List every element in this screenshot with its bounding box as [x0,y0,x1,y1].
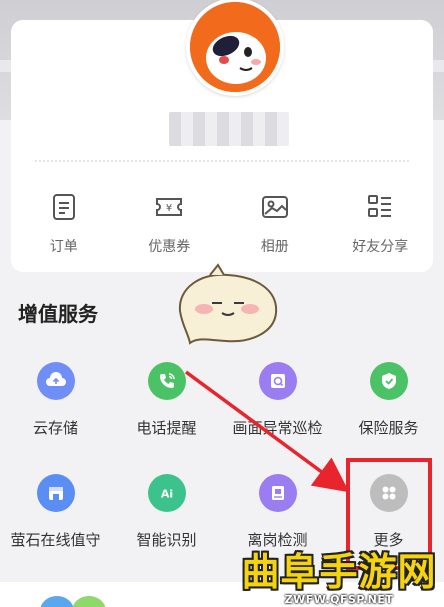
quick-action-label: 订单 [49,239,78,255]
service-phone-reminder[interactable]: 电话提醒 [111,362,222,474]
service-screen-inspection[interactable]: 画面异常巡检 [222,362,333,474]
ai-icon: Ai [147,474,186,512]
coupon-icon: ¥ [156,198,183,216]
username-blurred [169,112,289,146]
quick-action-album[interactable]: 相册 [222,192,328,262]
cloud-upload-icon [36,362,75,400]
svg-text:¥: ¥ [166,203,172,214]
watermark-url: ZWFW.QFSP.NET [284,593,394,606]
quick-action-order[interactable]: 订单 [11,192,117,262]
service-label: 萤石在线值守 [10,531,101,549]
service-cloud-storage[interactable]: 云存储 [0,362,111,474]
site-watermark: 曲阜手游网 ZWFW.QFSP.NET [236,551,442,607]
post-detect-icon [258,474,297,512]
quick-action-share[interactable]: 好友分享 [328,192,434,262]
watermark-title: 曲阜手游网 [241,549,437,594]
avatar-illustration [190,2,280,92]
profile-divider [35,160,409,162]
profile-card: 订单 ¥ 优惠券 相册 好友分享 [11,0,433,272]
svg-text:Ai: Ai [160,488,172,501]
service-label: 保险服务 [358,419,419,437]
shield-check-icon [369,362,408,400]
camera-inspect-icon [258,362,297,400]
mascot-sticker [178,263,278,345]
quick-action-label: 相册 [260,239,289,255]
share-list-icon [368,195,392,217]
service-smart-recognition[interactable]: Ai 智能识别 [111,474,222,586]
service-label: 智能识别 [136,531,197,549]
quick-action-label: 优惠券 [148,239,191,255]
quick-action-coupon[interactable]: ¥ 优惠券 [117,192,223,262]
quick-action-label: 好友分享 [352,239,409,255]
service-label: 云存储 [32,419,78,437]
phone-call-icon [147,362,186,400]
service-online-guard[interactable]: 萤石在线值守 [0,474,111,586]
user-avatar[interactable] [186,0,284,96]
guard-box-icon [36,474,75,512]
section-title-value-added: 增值服务 [18,302,98,326]
service-label: 离岗检测 [247,531,308,549]
album-icon [261,196,288,218]
service-label: 电话提醒 [136,419,197,437]
quick-actions-row: 订单 ¥ 优惠券 相册 好友分享 [11,192,433,262]
order-icon [52,194,75,220]
service-label: 画面异常巡检 [232,419,323,437]
